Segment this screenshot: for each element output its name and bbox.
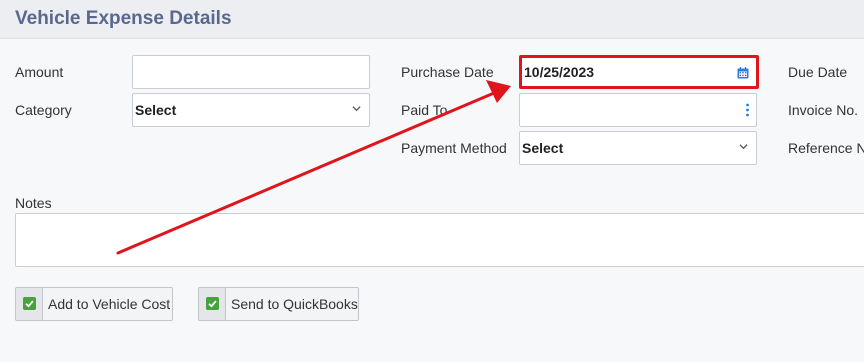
notes-label: Notes <box>15 195 52 211</box>
paid-to-input[interactable] <box>519 93 757 127</box>
category-select[interactable]: Select <box>132 93 370 127</box>
payment-method-select[interactable]: Select <box>519 131 757 165</box>
due-date-label: Due Date <box>788 64 848 80</box>
invoice-number-label: Invoice No. <box>788 102 859 118</box>
section-title: Vehicle Expense Details <box>15 8 232 29</box>
purchase-date-value: 10/25/2023 <box>524 64 595 80</box>
category-value: Select <box>135 102 177 118</box>
checkmark-icon <box>206 297 219 310</box>
more-options-icon[interactable] <box>746 103 749 117</box>
chevron-down-icon <box>352 106 361 112</box>
purchase-date-label: Purchase Date <box>401 64 494 80</box>
add-to-vehicle-cost-checkbox[interactable] <box>16 288 43 320</box>
amount-input[interactable] <box>132 55 370 89</box>
add-to-vehicle-cost-label: Add to Vehicle Cost <box>48 296 171 312</box>
calendar-icon[interactable] <box>737 67 749 79</box>
arrow-head <box>486 80 511 103</box>
send-to-quickbooks-toggle[interactable]: Send to QuickBooks <box>198 287 359 321</box>
add-to-vehicle-cost-toggle[interactable]: Add to Vehicle Cost <box>15 287 173 321</box>
chevron-down-icon <box>739 144 748 150</box>
category-label: Category <box>15 102 72 118</box>
purchase-date-input[interactable]: 10/25/2023 <box>519 55 759 89</box>
payment-method-value: Select <box>522 140 564 156</box>
notes-textarea[interactable] <box>15 213 864 267</box>
paid-to-label: Paid To <box>401 102 448 118</box>
send-to-quickbooks-label: Send to QuickBooks <box>231 296 358 312</box>
reference-number-label: Reference N <box>788 140 864 156</box>
payment-method-label: Payment Method <box>401 140 507 156</box>
amount-label: Amount <box>15 64 64 80</box>
section-header: Vehicle Expense Details <box>0 0 864 39</box>
send-to-quickbooks-checkbox[interactable] <box>199 288 226 320</box>
checkmark-icon <box>23 297 36 310</box>
